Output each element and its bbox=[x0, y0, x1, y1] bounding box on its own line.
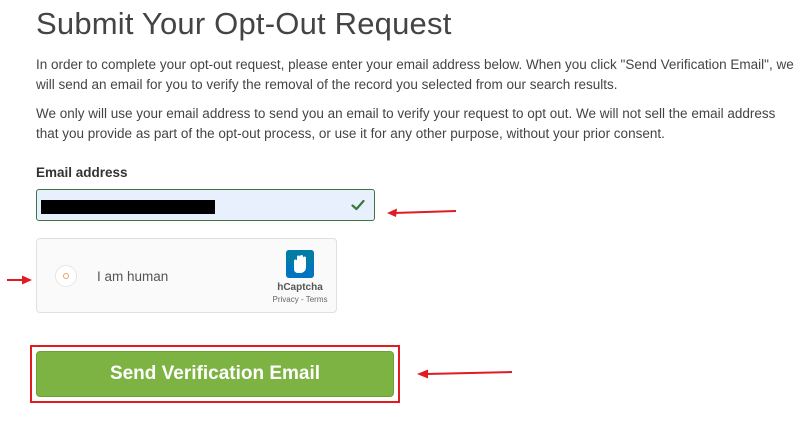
email-field[interactable] bbox=[36, 189, 375, 221]
arrow-left-icon bbox=[387, 208, 457, 217]
arrow-left-icon bbox=[417, 369, 513, 379]
hcaptcha-brand: hCaptcha bbox=[277, 282, 323, 293]
hcaptcha-hand-icon bbox=[286, 250, 314, 278]
email-label: Email address bbox=[36, 165, 128, 180]
checkmark-icon bbox=[351, 199, 365, 211]
intro-paragraph: In order to complete your opt-out reques… bbox=[36, 57, 794, 92]
page-title: Submit Your Opt-Out Request bbox=[36, 6, 452, 41]
hcaptcha-links[interactable]: Privacy - Terms bbox=[261, 295, 339, 304]
captcha-checkbox[interactable] bbox=[55, 265, 77, 287]
redacted-email-block bbox=[41, 200, 215, 214]
arrow-right-icon bbox=[7, 275, 32, 285]
send-verification-button[interactable]: Send Verification Email bbox=[36, 351, 394, 397]
hcaptcha-widget: I am human hCaptcha Privacy - Terms bbox=[36, 238, 337, 313]
privacy-paragraph: We only will use your email address to s… bbox=[36, 106, 776, 141]
captcha-label: I am human bbox=[97, 269, 169, 284]
